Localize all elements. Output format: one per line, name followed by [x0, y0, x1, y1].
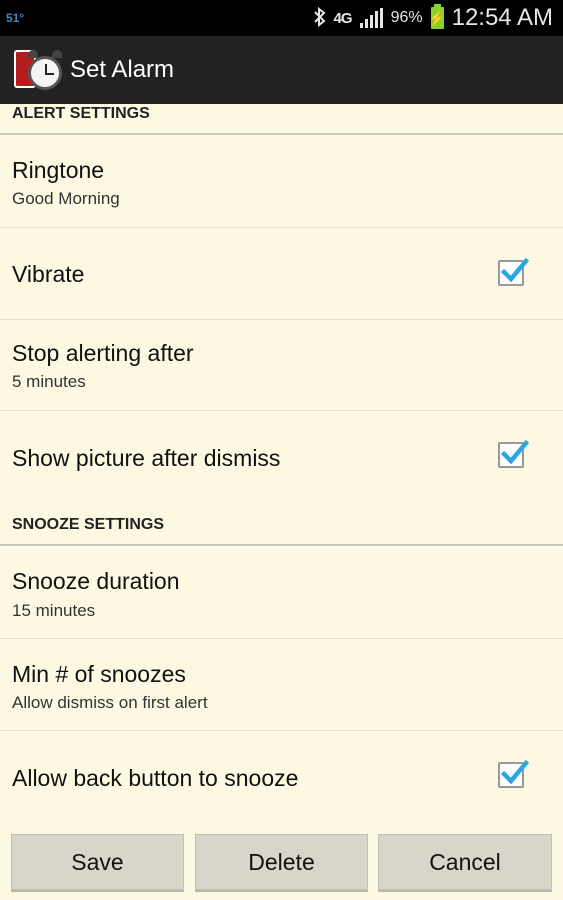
pref-min-snoozes[interactable]: Min # of snoozes Allow dismiss on first …: [0, 639, 563, 731]
pref-show-picture[interactable]: Show picture after dismiss: [0, 411, 563, 503]
pref-title: Vibrate: [12, 261, 85, 287]
bluetooth-icon: [313, 6, 326, 30]
clock-time: 12:54 AM: [451, 4, 553, 31]
pref-summary: 5 minutes: [12, 372, 86, 391]
show-picture-checkbox[interactable]: [498, 439, 529, 468]
cancel-button[interactable]: Cancel: [378, 834, 552, 890]
pref-summary: Good Morning: [12, 189, 120, 208]
status-bar: 51° 4G 96% ⚡ 12:54 AM: [0, 0, 563, 36]
pref-stop-alerting[interactable]: Stop alerting after 5 minutes: [0, 320, 563, 411]
pref-title: Allow back button to snooze: [12, 765, 299, 791]
4g-icon: 4G: [333, 9, 353, 27]
pref-snooze-duration[interactable]: Snooze duration 15 minutes: [0, 546, 563, 639]
battery-charging-icon: ⚡: [428, 4, 446, 29]
section-header-label: ALERT SETTINGS: [12, 105, 150, 122]
pref-title: Show picture after dismiss: [12, 445, 281, 471]
status-icons: 4G 96% ⚡ 12:54 AM: [313, 0, 553, 36]
pref-summary: 15 minutes: [12, 601, 96, 620]
section-header-label: SNOOZE SETTINGS: [12, 516, 165, 533]
checkmark-icon: [500, 759, 529, 785]
pref-summary: Allow dismiss on first alert: [12, 693, 208, 712]
pref-title: Snooze duration: [12, 568, 180, 594]
pref-ringtone[interactable]: Ringtone Good Morning: [0, 135, 563, 228]
pref-title: Ringtone: [12, 157, 105, 183]
signal-icon: [359, 8, 383, 28]
section-header-alert: ALERT SETTINGS: [0, 104, 563, 135]
save-button[interactable]: Save: [11, 834, 184, 890]
checkmark-icon: [500, 257, 529, 283]
page-title: Set Alarm: [70, 56, 175, 83]
temperature-text: 51°: [6, 11, 25, 25]
button-bar: Save Delete Cancel: [0, 822, 563, 900]
pref-title: Min # of snoozes: [12, 661, 186, 687]
action-bar: Set Alarm: [0, 36, 563, 104]
checkmark-icon: [500, 439, 529, 465]
pref-back-button-snooze[interactable]: Allow back button to snooze: [0, 731, 563, 823]
pref-vibrate[interactable]: Vibrate: [0, 228, 563, 320]
vibrate-checkbox[interactable]: [498, 257, 529, 286]
delete-button[interactable]: Delete: [195, 834, 368, 890]
pref-title: Stop alerting after: [12, 340, 194, 366]
section-header-snooze: SNOOZE SETTINGS: [0, 514, 563, 546]
back-button-checkbox[interactable]: [498, 759, 529, 788]
alarm-clock-app-icon[interactable]: [14, 46, 62, 94]
battery-percent: 96%: [390, 9, 423, 26]
